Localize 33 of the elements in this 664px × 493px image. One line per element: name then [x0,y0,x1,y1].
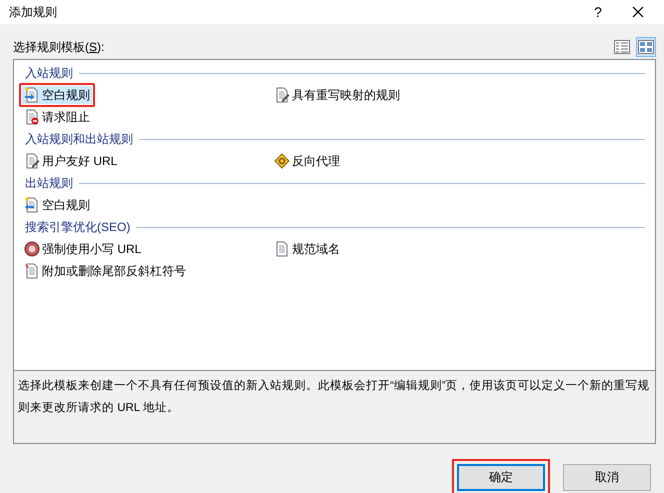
help-button[interactable]: ? [578,0,618,24]
diamond-icon [274,153,290,169]
tiles-view-icon [638,40,654,54]
document-arrow-icon [24,197,40,213]
view-button[interactable] [612,37,632,57]
dialog-button[interactable]: 取消 [563,464,651,491]
template-item[interactable]: 空白规则 [22,196,92,214]
document-stop-icon [24,109,40,125]
group-header: 搜索引擎优化(SEO) [25,218,130,236]
template-item[interactable]: 反向代理 [272,152,342,170]
window-title: 添加规则 [9,4,58,20]
view-button[interactable] [636,37,656,57]
group-header: 入站规则和出站规则 [25,130,133,148]
template-item[interactable]: 强制使用小写 URL [22,240,144,258]
document-pencil-icon [24,153,40,169]
template-item[interactable]: 具有重写映射的规则 [272,86,402,104]
template-item[interactable]: 请求阻止 [22,108,92,126]
template-item[interactable]: 用户友好 URL [22,152,120,170]
document-arrow-icon [24,87,40,103]
badge-icon [24,241,40,257]
document-pencil-icon [274,87,290,103]
group-header: 入站规则 [25,64,73,82]
details-view-icon [614,40,630,54]
dialog-button[interactable]: 确定 [457,464,545,491]
template-label: 选择规则模板(S): [13,38,104,56]
template-item[interactable]: 规范域名 [272,240,342,258]
close-icon [632,6,644,18]
template-item[interactable]: 附加或删除尾部反斜杠符号 [22,262,188,280]
template-item[interactable]: 空白规则 [22,86,92,104]
group-header: 出站规则 [25,174,73,192]
description-text: 选择此模板来创建一个不具有任何预设值的新入站规则。此模板会打开“编辑规则”页，使用该页可以定义一个新的重写规则来更改所请求的 URL 地址。 [13,371,656,444]
document-pin-icon [24,263,40,279]
document-icon [274,241,290,257]
